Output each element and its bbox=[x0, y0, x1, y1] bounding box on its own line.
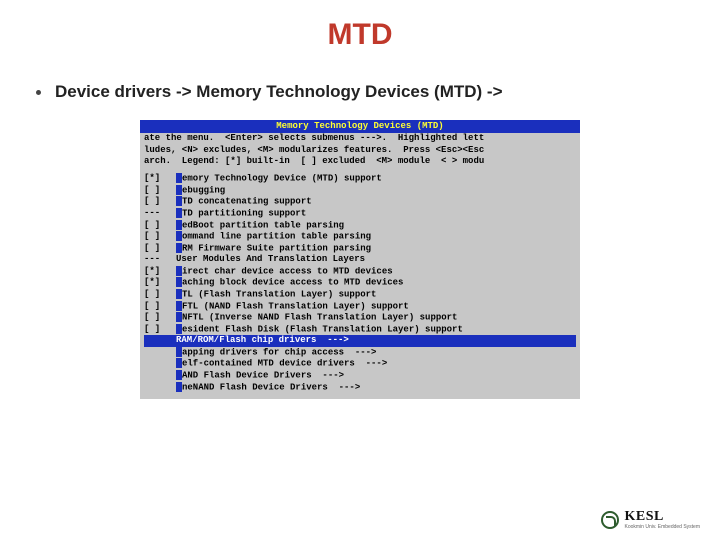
option-mark: [*] bbox=[144, 266, 176, 278]
highlight-letter bbox=[176, 277, 182, 287]
menu-option: elf-contained MTD device drivers ---> bbox=[144, 358, 576, 370]
highlight-letter bbox=[176, 266, 182, 276]
option-label: esident Flash Disk (Flash Translation La… bbox=[176, 324, 463, 336]
option-mark: --- bbox=[144, 254, 176, 265]
option-label: edBoot partition table parsing bbox=[176, 220, 344, 232]
menu-option: --- User Modules And Translation Layers bbox=[144, 254, 576, 265]
highlight-letter bbox=[176, 208, 182, 218]
highlight-letter bbox=[176, 358, 182, 368]
terminal-body: [*] emory Technology Device (MTD) suppor… bbox=[140, 171, 580, 399]
logo: KESL Kookmin Univ. Embedded System bbox=[601, 509, 701, 530]
highlight-letter bbox=[176, 231, 182, 241]
menu-option: [ ] FTL (NAND Flash Translation Layer) s… bbox=[144, 301, 576, 313]
option-mark bbox=[144, 358, 176, 370]
highlight-letter bbox=[176, 243, 182, 253]
menu-option: [ ] NFTL (Inverse NAND Flash Translation… bbox=[144, 312, 576, 324]
menu-option: apping drivers for chip access ---> bbox=[144, 347, 576, 359]
option-mark: [ ] bbox=[144, 220, 176, 232]
option-label: FTL (NAND Flash Translation Layer) suppo… bbox=[176, 301, 409, 313]
logo-text-wrap: KESL Kookmin Univ. Embedded System bbox=[625, 509, 701, 530]
bullet-text: Device drivers -> Memory Technology Devi… bbox=[55, 82, 503, 102]
option-mark: [*] bbox=[144, 277, 176, 289]
highlight-letter bbox=[176, 301, 182, 311]
menu-option: [ ] ebugging bbox=[144, 185, 576, 197]
option-label: ebugging bbox=[176, 185, 225, 197]
menu-option: [ ] TL (Flash Translation Layer) support bbox=[144, 289, 576, 301]
option-mark bbox=[144, 347, 176, 359]
option-mark: [ ] bbox=[144, 196, 176, 208]
highlight-letter bbox=[176, 370, 182, 380]
menu-option: [ ] TD concatenating support bbox=[144, 196, 576, 208]
option-mark: [ ] bbox=[144, 324, 176, 336]
menu-option: RAM/ROM/Flash chip drivers ---> bbox=[144, 335, 576, 346]
highlight-letter bbox=[176, 347, 182, 357]
terminal-screenshot: Memory Technology Devices (MTD) ate the … bbox=[140, 120, 580, 399]
option-mark: [ ] bbox=[144, 312, 176, 324]
option-mark: [ ] bbox=[144, 301, 176, 313]
option-label: RAM/ROM/Flash chip drivers ---> bbox=[176, 335, 349, 346]
help-line-1: ate the menu. <Enter> selects submenus -… bbox=[144, 133, 484, 143]
option-label: irect char device access to MTD devices bbox=[176, 266, 393, 278]
option-label: TL (Flash Translation Layer) support bbox=[176, 289, 376, 301]
menu-option: neNAND Flash Device Drivers ---> bbox=[144, 382, 576, 394]
option-mark bbox=[144, 335, 176, 346]
menu-option: [ ] RM Firmware Suite partition parsing bbox=[144, 243, 576, 255]
option-mark bbox=[144, 370, 176, 382]
highlight-letter bbox=[176, 324, 182, 334]
option-mark bbox=[144, 382, 176, 394]
option-label: NFTL (Inverse NAND Flash Translation Lay… bbox=[176, 312, 457, 324]
menu-option: [*] emory Technology Device (MTD) suppor… bbox=[144, 173, 576, 185]
option-label: neNAND Flash Device Drivers ---> bbox=[176, 382, 360, 394]
menu-option: AND Flash Device Drivers ---> bbox=[144, 370, 576, 382]
option-label: TD partitioning support bbox=[176, 208, 306, 220]
menu-option: [ ] edBoot partition table parsing bbox=[144, 220, 576, 232]
option-mark: [ ] bbox=[144, 185, 176, 197]
highlight-letter bbox=[176, 173, 182, 183]
highlight-letter bbox=[176, 312, 182, 322]
menu-option: [ ] ommand line partition table parsing bbox=[144, 231, 576, 243]
logo-icon bbox=[601, 511, 619, 529]
highlight-letter bbox=[176, 220, 182, 230]
option-label: TD concatenating support bbox=[176, 196, 312, 208]
menu-option: [*] irect char device access to MTD devi… bbox=[144, 266, 576, 278]
option-mark: [ ] bbox=[144, 243, 176, 255]
bullet-icon bbox=[36, 90, 41, 95]
slide: MTD Device drivers -> Memory Technology … bbox=[0, 0, 720, 540]
option-label: User Modules And Translation Layers bbox=[176, 254, 365, 265]
help-line-2: ludes, <N> excludes, <M> modularizes fea… bbox=[144, 145, 484, 155]
highlight-letter bbox=[176, 196, 182, 206]
menu-option: [*] aching block device access to MTD de… bbox=[144, 277, 576, 289]
option-mark: --- bbox=[144, 208, 176, 220]
slide-title: MTD bbox=[30, 18, 690, 52]
logo-text: KESL bbox=[625, 509, 701, 525]
option-label: ommand line partition table parsing bbox=[176, 231, 371, 243]
menu-option: [ ] esident Flash Disk (Flash Translatio… bbox=[144, 324, 576, 336]
option-mark: [ ] bbox=[144, 289, 176, 301]
logo-subtext: Kookmin Univ. Embedded System bbox=[625, 525, 701, 530]
option-label: aching block device access to MTD device… bbox=[176, 277, 403, 289]
help-line-3: arch. Legend: [*] built-in [ ] excluded … bbox=[144, 156, 484, 166]
option-label: RM Firmware Suite partition parsing bbox=[176, 243, 371, 255]
option-label: AND Flash Device Drivers ---> bbox=[176, 370, 344, 382]
option-label: apping drivers for chip access ---> bbox=[176, 347, 376, 359]
terminal-help: ate the menu. <Enter> selects submenus -… bbox=[140, 133, 580, 171]
highlight-letter bbox=[176, 289, 182, 299]
highlight-letter bbox=[176, 185, 182, 195]
terminal-wrap: Memory Technology Devices (MTD) ate the … bbox=[30, 120, 690, 399]
highlight-letter bbox=[176, 382, 182, 392]
option-mark: [ ] bbox=[144, 231, 176, 243]
option-mark: [*] bbox=[144, 173, 176, 185]
option-label: elf-contained MTD device drivers ---> bbox=[176, 358, 387, 370]
terminal-title: Memory Technology Devices (MTD) bbox=[140, 120, 580, 133]
bullet-row: Device drivers -> Memory Technology Devi… bbox=[30, 82, 690, 102]
option-label: emory Technology Device (MTD) support bbox=[176, 173, 382, 185]
menu-option: --- TD partitioning support bbox=[144, 208, 576, 220]
